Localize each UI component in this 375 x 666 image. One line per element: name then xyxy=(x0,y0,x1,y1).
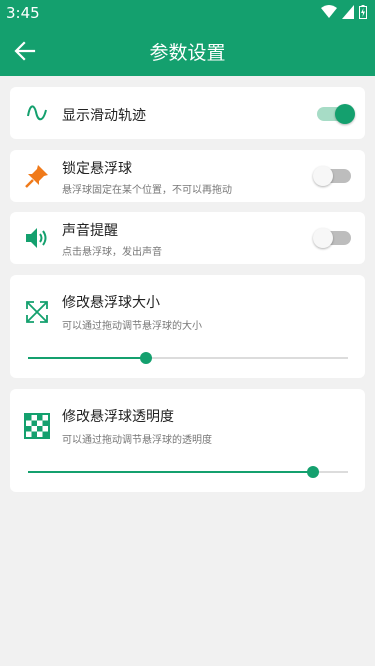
setting-title: 修改悬浮球大小 xyxy=(62,295,160,311)
slider-thumb[interactable] xyxy=(140,352,153,364)
status-bar: 3:45 xyxy=(0,0,375,26)
resize-icon xyxy=(26,301,48,323)
page-title: 参数设置 xyxy=(149,42,226,64)
setting-subtitle: 悬浮球固定在某个位置，不可以再拖动 xyxy=(62,185,232,196)
toggle-lock-ball[interactable] xyxy=(313,166,351,186)
setting-ball-opacity: 修改悬浮球透明度 可以通过拖动调节悬浮球的透明度 xyxy=(10,389,365,492)
setting-title: 显示滑动轨迹 xyxy=(62,108,146,124)
signal-icon xyxy=(342,5,354,19)
setting-sound[interactable]: 声音提醒 点击悬浮球，发出声音 xyxy=(10,212,365,264)
setting-title: 声音提醒 xyxy=(62,223,118,239)
setting-subtitle: 点击悬浮球，发出声音 xyxy=(62,247,162,258)
setting-show-trail[interactable]: 显示滑动轨迹 xyxy=(10,87,365,139)
status-icons xyxy=(321,5,367,19)
speaker-icon xyxy=(26,228,47,248)
app-bar: 参数设置 xyxy=(0,26,375,76)
slider-fill xyxy=(28,471,313,473)
setting-lock-ball[interactable]: 锁定悬浮球 悬浮球固定在某个位置，不可以再拖动 xyxy=(10,150,365,202)
setting-ball-size: 修改悬浮球大小 可以通过拖动调节悬浮球的大小 xyxy=(10,275,365,378)
toggle-knob xyxy=(335,104,355,124)
pin-icon xyxy=(25,165,48,188)
setting-subtitle: 可以通过拖动调节悬浮球的透明度 xyxy=(62,435,212,446)
status-time: 3:45 xyxy=(6,4,40,22)
opacity-slider[interactable] xyxy=(28,466,348,478)
slider-thumb[interactable] xyxy=(306,466,319,478)
size-slider[interactable] xyxy=(28,352,348,364)
toggle-sound[interactable] xyxy=(313,228,351,248)
slider-fill xyxy=(28,357,147,359)
setting-subtitle: 可以通过拖动调节悬浮球的大小 xyxy=(62,321,202,332)
wave-icon xyxy=(27,105,47,121)
toggle-show-trail[interactable] xyxy=(317,104,355,124)
toggle-knob xyxy=(313,228,333,248)
wifi-icon xyxy=(321,5,337,18)
setting-title: 锁定悬浮球 xyxy=(62,161,132,177)
checker-icon xyxy=(24,413,50,439)
toggle-knob xyxy=(313,166,333,186)
battery-icon xyxy=(359,5,367,19)
setting-title: 修改悬浮球透明度 xyxy=(62,409,174,425)
